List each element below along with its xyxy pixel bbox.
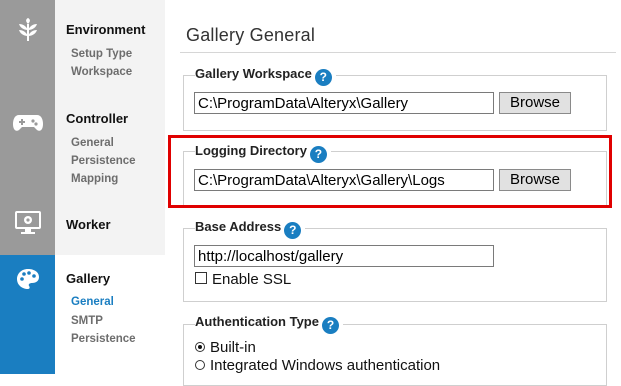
workspace-help-icon[interactable]: ? [314,69,332,86]
leaf-icon[interactable] [0,18,55,47]
workspace-legend: Gallery Workspace? [195,66,336,86]
auth-option-windows-label: Integrated Windows authentication [210,357,441,374]
nav-item-gallery-persistence[interactable]: Persistence [71,333,136,345]
base-address-input[interactable]: http://localhost/gallery [194,245,494,267]
radio-selected-icon[interactable] [195,342,205,352]
nav-worker[interactable]: Worker [66,217,111,232]
title-divider [180,52,616,53]
ssl-checkbox-label: Enable SSL [212,271,292,288]
palette-icon[interactable] [0,268,55,295]
gamepad-icon[interactable] [0,113,55,138]
nav-item-controller-mapping[interactable]: Mapping [71,173,118,185]
auth-option-builtin-label: Built-in [210,339,256,356]
nav-environment[interactable]: Environment [66,22,145,37]
workspace-path-input[interactable]: C:\ProgramData\Alteryx\Gallery [194,92,494,114]
enable-ssl-checkbox[interactable]: Enable SSL [195,271,291,288]
auth-option-builtin[interactable]: Built-in [195,339,256,356]
ssl-checkbox-box[interactable] [195,272,207,284]
page-title: Gallery General [186,25,316,45]
workspace-browse-button[interactable]: Browse [499,92,571,114]
nav-item-setup-type[interactable]: Setup Type [71,48,132,60]
base-address-help-icon[interactable]: ? [284,222,302,239]
nav-item-gallery-smtp[interactable]: SMTP [71,315,103,327]
nav-item-controller-general[interactable]: General [71,137,114,149]
workspace-legend-label: Gallery Workspace [195,66,312,81]
radio-unselected-icon[interactable] [195,360,205,370]
nav-item-gallery-general[interactable]: General [71,296,114,308]
auth-option-windows[interactable]: Integrated Windows authentication [195,357,440,374]
nav-gallery[interactable]: Gallery [66,271,110,286]
nav-item-controller-persistence[interactable]: Persistence [71,155,136,167]
auth-legend: Authentication Type? [195,314,343,334]
base-address-legend: Base Address? [195,219,306,239]
monitor-gear-icon[interactable] [0,211,55,240]
highlight-box [168,135,612,208]
base-address-legend-label: Base Address [195,219,282,234]
auth-legend-label: Authentication Type [195,314,319,329]
nav-item-workspace[interactable]: Workspace [71,66,132,78]
nav-controller[interactable]: Controller [66,111,128,126]
auth-help-icon[interactable]: ? [321,317,339,334]
